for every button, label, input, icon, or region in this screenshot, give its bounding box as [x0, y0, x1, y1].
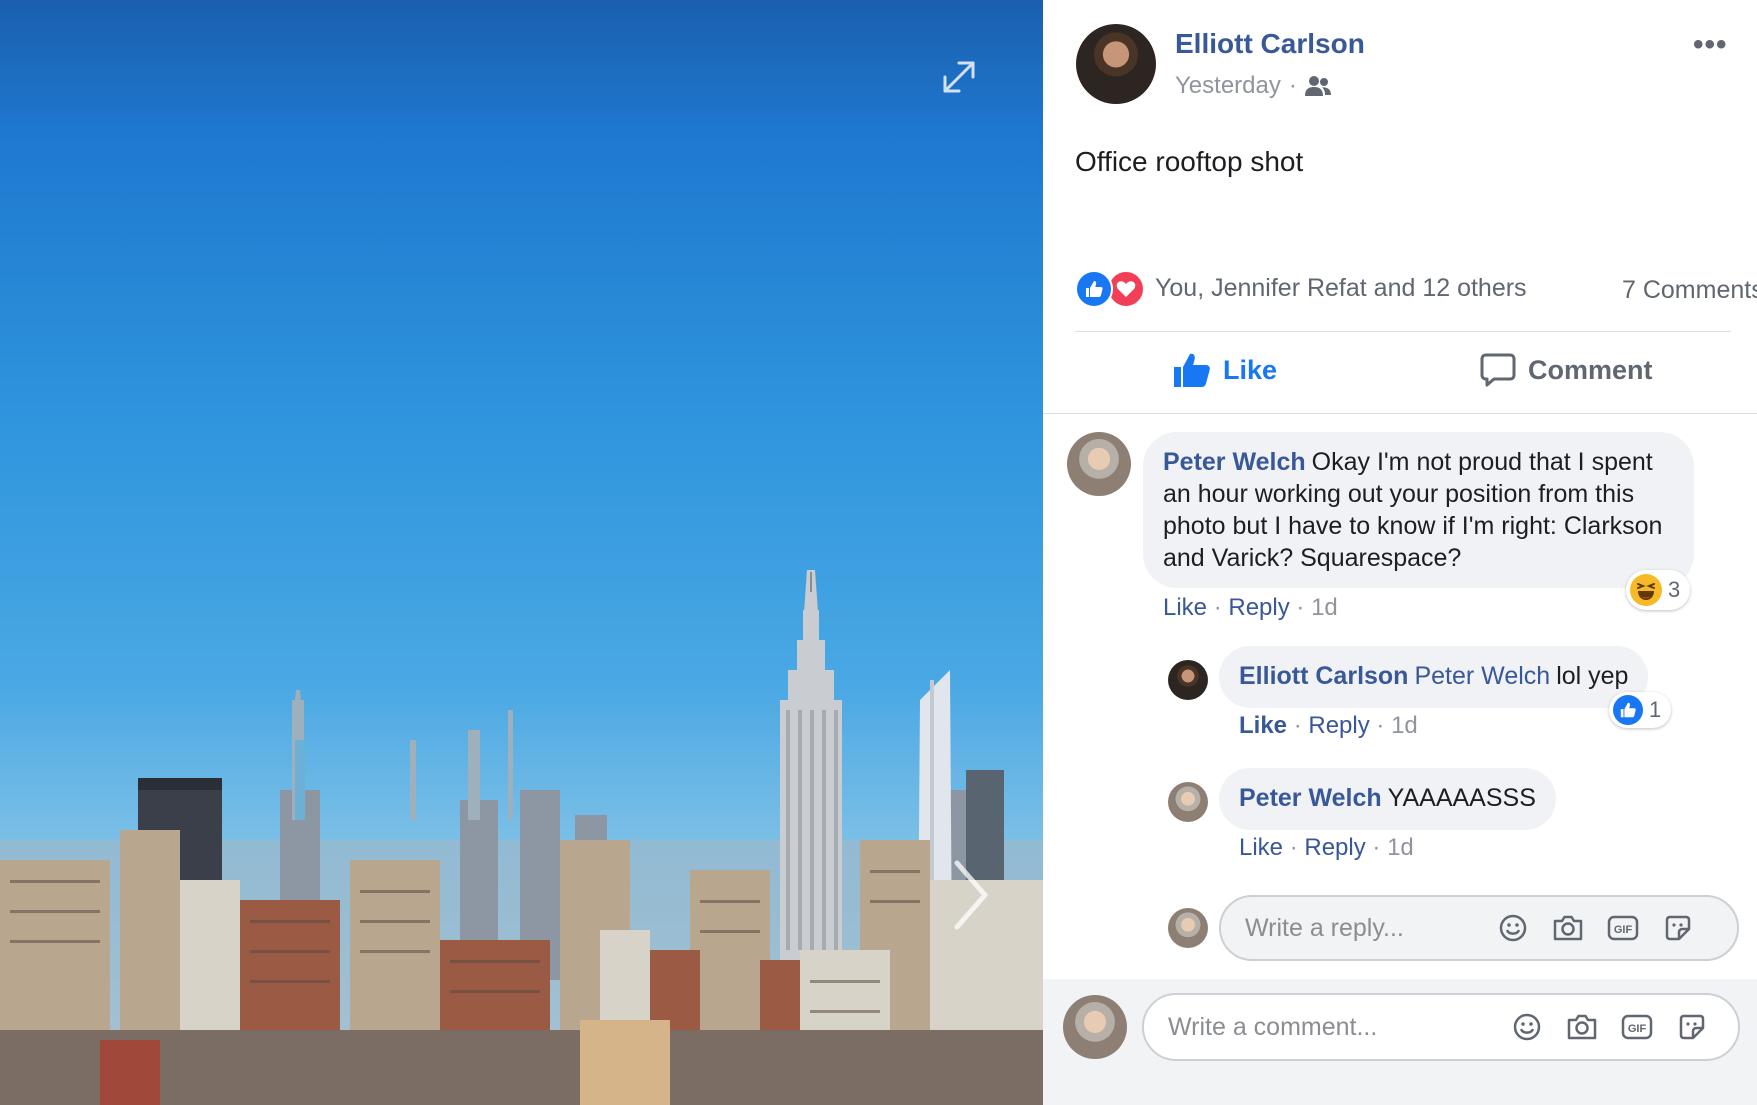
comment-actions: Like · Reply · 1d — [1163, 594, 1338, 622]
comment-time[interactable]: 1d — [1311, 594, 1338, 621]
meta-separator: · — [1213, 594, 1222, 621]
gif-icon: GIF — [1607, 915, 1639, 941]
photo-button[interactable] — [1551, 911, 1585, 945]
comment-reply-link[interactable]: Reply — [1228, 594, 1289, 621]
thumbs-up-icon — [1174, 353, 1210, 387]
reply-reply-link[interactable]: Reply — [1304, 834, 1365, 861]
post-caption: Office rooftop shot — [1075, 146, 1304, 177]
reactions-summary[interactable]: You, Jennifer Refat and 12 others 7 Comm… — [1075, 268, 1757, 312]
sticker-button[interactable] — [1675, 1010, 1709, 1044]
reactors-text[interactable]: You, Jennifer Refat and 12 others — [1155, 274, 1527, 303]
emoji-button[interactable] — [1510, 1010, 1544, 1044]
reply-text: YAAAAASSS — [1387, 784, 1536, 812]
sticker-icon — [1679, 1014, 1705, 1040]
reply-like-link[interactable]: Like — [1239, 712, 1287, 739]
post-meta: Yesterday · — [1175, 72, 1331, 100]
photo-button[interactable] — [1565, 1010, 1599, 1044]
reply-actions: Like · Reply · 1d — [1239, 834, 1414, 862]
commenter-avatar[interactable] — [1067, 432, 1131, 496]
reply-time[interactable]: 1d — [1387, 834, 1414, 861]
meta-separator: · — [1296, 594, 1305, 621]
comment-input[interactable] — [1168, 1013, 1468, 1042]
sticker-icon — [1665, 915, 1691, 941]
reply-input[interactable] — [1245, 914, 1475, 943]
author-name[interactable]: Elliott Carlson — [1175, 28, 1365, 60]
meta-separator: · — [1289, 834, 1298, 861]
reply-text: lol yep — [1556, 662, 1629, 690]
gif-button[interactable]: GIF — [1620, 1010, 1654, 1044]
comment-author[interactable]: Peter Welch — [1163, 448, 1306, 476]
like-button[interactable]: Like — [1173, 352, 1277, 388]
comment-like-link[interactable]: Like — [1163, 594, 1207, 621]
reply-author[interactable]: Peter Welch — [1239, 784, 1382, 812]
haha-reaction-icon — [1630, 574, 1662, 606]
audience-friends-icon[interactable] — [1304, 75, 1331, 97]
meta-separator: · — [1288, 72, 1297, 99]
emoji-icon — [1499, 914, 1527, 942]
reply-bubble: Peter Welch YAAAAASSS — [1219, 768, 1556, 830]
comment-reaction-badge[interactable]: 3 — [1626, 570, 1691, 610]
sticker-button[interactable] — [1661, 911, 1695, 945]
comments-list: Peter Welch Okay I'm not proud that I spe… — [1043, 414, 1757, 979]
like-reaction-icon — [1613, 695, 1643, 725]
reaction-icons — [1075, 270, 1147, 310]
next-arrow-icon — [954, 860, 988, 930]
reply-bubble: Elliott Carlson Peter Welch lol yep — [1219, 646, 1649, 708]
mentioned-user[interactable]: Peter Welch — [1414, 662, 1550, 690]
reply-author-avatar[interactable] — [1168, 660, 1208, 700]
meta-separator: · — [1372, 834, 1381, 861]
comment-button[interactable]: Comment — [1480, 352, 1653, 388]
current-user-avatar — [1168, 908, 1208, 948]
like-reaction-icon — [1075, 270, 1113, 308]
camera-icon — [1567, 1014, 1597, 1040]
reaction-count: 3 — [1668, 577, 1681, 602]
like-button-label: Like — [1223, 354, 1278, 385]
reply-author[interactable]: Elliott Carlson — [1239, 662, 1408, 690]
reply-like-link[interactable]: Like — [1239, 834, 1283, 861]
divider — [1075, 331, 1731, 332]
gif-icon: GIF — [1621, 1014, 1653, 1040]
comment-composer[interactable]: GIF — [1142, 993, 1740, 1061]
svg-text:GIF: GIF — [1628, 1023, 1647, 1035]
expand-icon — [943, 61, 975, 93]
reply-composer[interactable]: GIF — [1219, 895, 1739, 961]
comments-count[interactable]: 7 Comments — [1622, 276, 1757, 305]
post-timestamp[interactable]: Yesterday — [1175, 72, 1281, 100]
expand-button[interactable] — [935, 53, 983, 101]
comment-composer-bar: GIF — [1043, 979, 1757, 1105]
gif-button[interactable]: GIF — [1606, 911, 1640, 945]
camera-icon — [1553, 915, 1583, 941]
emoji-icon — [1513, 1013, 1541, 1041]
comment-bubble: Peter Welch Okay I'm not proud that I spe… — [1143, 432, 1694, 588]
comment-button-label: Comment — [1528, 354, 1653, 385]
meta-separator: · — [1376, 712, 1385, 739]
more-icon: ••• — [1693, 28, 1728, 61]
post-side-panel: Elliott Carlson Yesterday · ••• Office r… — [1043, 0, 1757, 1105]
post-photo[interactable] — [0, 0, 1043, 1105]
reply-author-avatar[interactable] — [1168, 782, 1208, 822]
meta-separator: · — [1293, 712, 1302, 739]
reply-actions: Like · Reply · 1d — [1239, 712, 1418, 740]
next-photo-button[interactable] — [945, 855, 995, 935]
author-avatar[interactable] — [1076, 24, 1156, 104]
reply-reply-link[interactable]: Reply — [1308, 712, 1369, 739]
reply-reaction-badge[interactable]: 1 — [1609, 692, 1672, 728]
current-user-avatar — [1063, 995, 1127, 1059]
city-skyline-image — [0, 570, 1043, 1105]
emoji-button[interactable] — [1496, 911, 1530, 945]
svg-text:GIF: GIF — [1614, 924, 1633, 936]
reaction-count: 1 — [1649, 697, 1662, 722]
comment-bubble-icon — [1480, 353, 1516, 387]
more-options-button[interactable]: ••• — [1693, 28, 1728, 62]
reply-time[interactable]: 1d — [1391, 712, 1418, 739]
